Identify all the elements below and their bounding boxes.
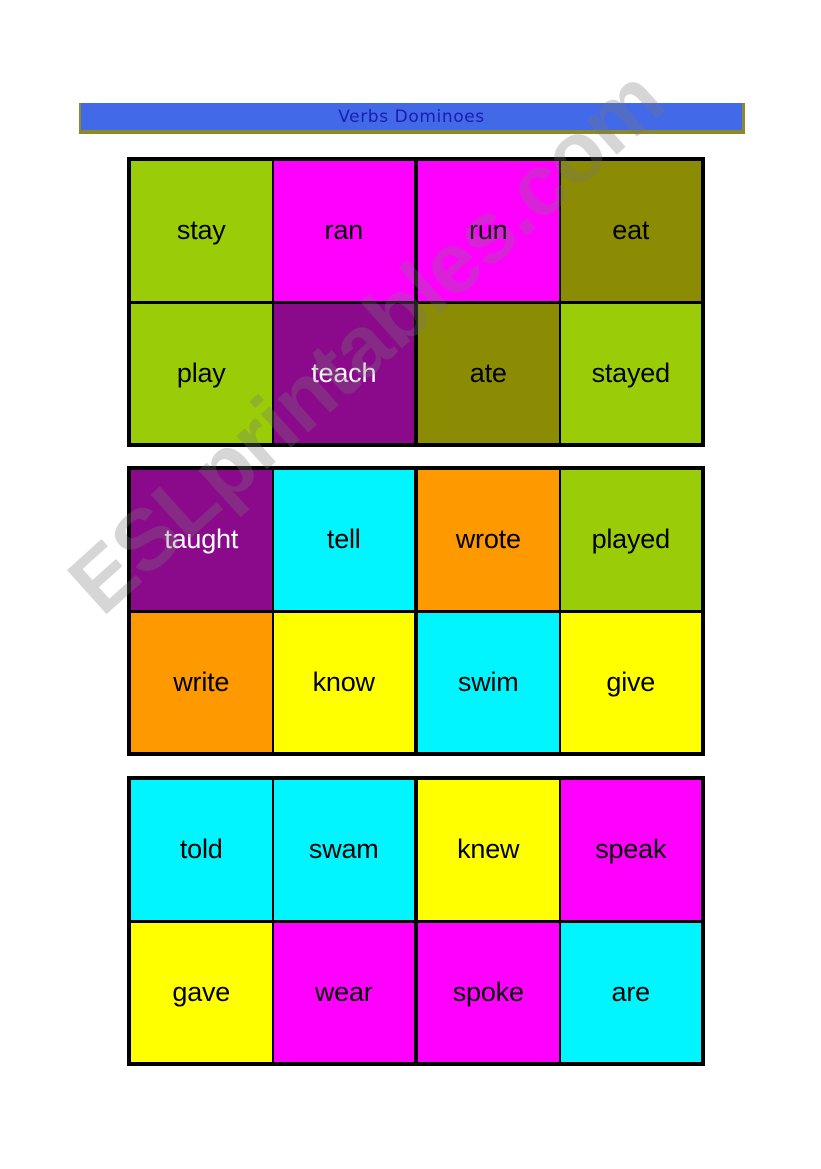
domino-cell[interactable]: swam xyxy=(273,780,418,920)
domino-cell-label: stay xyxy=(176,215,226,246)
domino-cell-label: run xyxy=(469,215,508,246)
domino-cell-label: write xyxy=(173,666,230,697)
domino-block-3: told swam knew speak gave wear spoke are xyxy=(127,776,705,1066)
page-title: Verbs Dominoes xyxy=(338,106,485,127)
domino-cell-label: swim xyxy=(457,666,519,697)
domino-cell[interactable]: write xyxy=(131,612,274,752)
domino-cell-label: give xyxy=(606,666,656,697)
domino-cell-label: ate xyxy=(469,357,507,388)
domino-cell[interactable]: stayed xyxy=(560,303,701,443)
domino-cell-label: spoke xyxy=(452,976,524,1007)
domino-cell[interactable]: run xyxy=(418,161,561,301)
domino-row: gave wear spoke are xyxy=(131,922,701,1062)
domino-cell-label: wear xyxy=(314,976,373,1007)
domino-cell-label: ran xyxy=(324,215,364,246)
domino-cell-label: gave xyxy=(172,976,231,1007)
domino-cell[interactable]: knew xyxy=(418,780,561,920)
domino-row: told swam knew speak xyxy=(131,780,701,923)
domino-cell-label: wrote xyxy=(455,524,521,555)
domino-row: write know swim give xyxy=(131,612,701,752)
domino-cell[interactable]: know xyxy=(273,612,418,752)
domino-cell-label: play xyxy=(176,357,226,388)
domino-cell-label: teach xyxy=(311,357,377,388)
domino-cell[interactable]: give xyxy=(560,612,701,752)
domino-cell[interactable]: told xyxy=(131,780,274,920)
domino-row: taught tell wrote played xyxy=(131,470,701,613)
domino-cell-label: speak xyxy=(595,834,667,865)
domino-cell[interactable]: are xyxy=(560,922,701,1062)
domino-cell[interactable]: stay xyxy=(131,161,274,301)
domino-cell[interactable]: spoke xyxy=(418,922,561,1062)
domino-cell[interactable]: taught xyxy=(131,470,274,610)
worksheet-page: Verbs Dominoes stay ran run eat play tea… xyxy=(0,0,821,1169)
domino-row: stay ran run eat xyxy=(131,161,701,304)
domino-cell[interactable]: wrote xyxy=(418,470,561,610)
domino-cell-label: played xyxy=(591,524,671,555)
domino-cell-label: taught xyxy=(164,524,239,555)
domino-cell[interactable]: wear xyxy=(273,922,418,1062)
domino-cell[interactable]: ran xyxy=(273,161,418,301)
domino-cell-label: are xyxy=(611,976,651,1007)
domino-cell-label: knew xyxy=(457,834,520,865)
domino-cell[interactable]: played xyxy=(560,470,701,610)
domino-cell-label: stayed xyxy=(591,357,671,388)
domino-cell[interactable]: tell xyxy=(273,470,418,610)
domino-row: play teach ate stayed xyxy=(131,303,701,443)
domino-cell[interactable]: gave xyxy=(131,922,274,1062)
domino-cell[interactable]: swim xyxy=(418,612,561,752)
worksheet-title-bar: Verbs Dominoes xyxy=(79,103,745,134)
domino-block-1: stay ran run eat play teach ate stayed xyxy=(127,157,705,447)
domino-cell-label: eat xyxy=(612,215,650,246)
domino-cell-label: swam xyxy=(308,834,379,865)
domino-cell-label: tell xyxy=(326,524,361,555)
domino-cell-label: know xyxy=(312,666,375,697)
domino-cell[interactable]: teach xyxy=(273,303,418,443)
domino-cell[interactable]: ate xyxy=(418,303,561,443)
domino-block-2: taught tell wrote played write know swim xyxy=(127,466,705,756)
domino-cell[interactable]: speak xyxy=(560,780,701,920)
domino-cell[interactable]: play xyxy=(131,303,274,443)
domino-cell-label: told xyxy=(179,834,223,865)
domino-cell[interactable]: eat xyxy=(560,161,701,301)
